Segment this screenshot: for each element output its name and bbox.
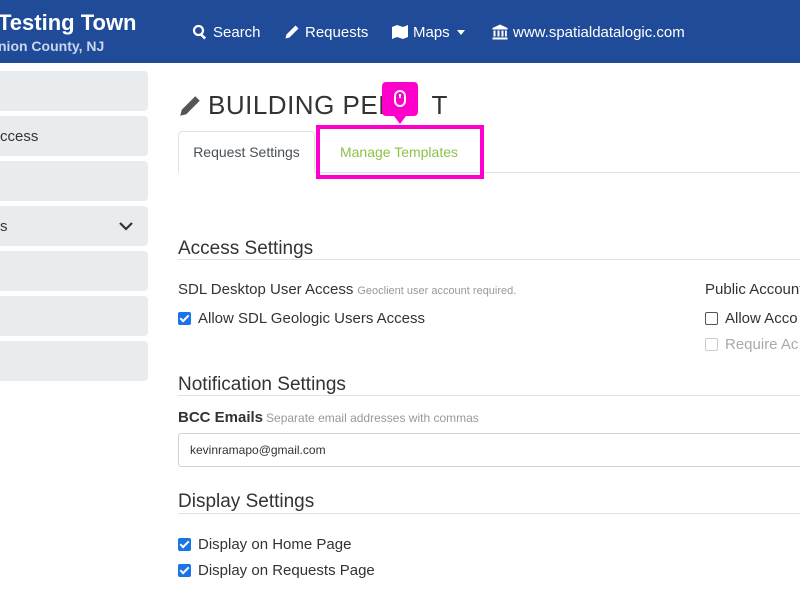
sidebar-item-expandable[interactable]: s — [0, 206, 148, 246]
allow-geologic-checkbox[interactable]: Allow SDL Geologic Users Access — [178, 310, 425, 327]
allow-account-checkbox[interactable]: Allow Acco — [705, 310, 798, 327]
sidebar-item-3[interactable] — [0, 161, 148, 201]
allow-geologic-label: Allow SDL Geologic Users Access — [198, 310, 426, 327]
display-requests-label: Display on Requests Page — [198, 562, 375, 579]
checkbox-unchecked[interactable] — [705, 312, 718, 325]
nav-maps-label: Maps — [413, 23, 450, 41]
nav-maps-dropdown[interactable]: Maps — [392, 22, 465, 42]
nav-requests[interactable]: Requests — [284, 22, 368, 42]
access-settings-heading: Access Settings — [178, 238, 314, 259]
search-icon — [192, 24, 207, 40]
nav-search[interactable]: Search — [192, 22, 261, 42]
chevron-down-icon — [119, 222, 133, 231]
display-settings-heading: Display Settings — [178, 491, 315, 512]
page-title-tail: T — [431, 90, 448, 120]
click-indicator — [382, 82, 418, 124]
pencil-icon — [180, 95, 200, 116]
caret-down-icon — [456, 29, 465, 35]
sidebar-item-6[interactable] — [0, 296, 148, 336]
sidebar-item-label: ccess — [0, 127, 39, 145]
checkbox-disabled — [705, 338, 718, 351]
sidebar-item-access[interactable]: ccess — [0, 116, 148, 156]
checkbox-checked[interactable] — [178, 564, 191, 577]
nav-search-label: Search — [213, 23, 261, 41]
nav-website-label: www.spatialdatalogic.com — [513, 23, 685, 41]
county-subtitle: nion County, NJ — [0, 38, 105, 54]
checkbox-checked[interactable] — [178, 312, 191, 325]
sidebar-item-1[interactable] — [0, 71, 148, 111]
page-title-text: BUILDING PER — [208, 90, 398, 120]
public-account-label: Public Account — [705, 281, 800, 298]
map-icon — [392, 25, 408, 39]
section-divider — [178, 259, 800, 260]
notification-settings-heading: Notification Settings — [178, 374, 346, 395]
nav-requests-label: Requests — [305, 23, 369, 41]
bcc-emails-label: BCC Emails Separate email addresses with … — [178, 409, 479, 426]
section-divider — [178, 395, 800, 396]
mouse-icon — [394, 90, 406, 107]
require-account-label: Require Ac — [725, 336, 799, 353]
desktop-access-text: SDL Desktop User Access — [178, 281, 354, 298]
town-title[interactable]: Testing Town — [0, 10, 137, 36]
section-divider — [178, 513, 800, 514]
bcc-emails-hint: Separate email addresses with commas — [266, 411, 479, 425]
allow-account-label: Allow Acco — [725, 310, 798, 327]
click-highlight-box — [316, 125, 484, 179]
bcc-emails-text: BCC Emails — [178, 409, 264, 426]
top-navbar: Testing Town nion County, NJ Search Requ… — [0, 0, 800, 63]
pencil-icon — [285, 25, 299, 39]
display-requests-checkbox[interactable]: Display on Requests Page — [178, 562, 375, 579]
sidebar-item-5[interactable] — [0, 251, 148, 291]
display-home-checkbox[interactable]: Display on Home Page — [178, 536, 351, 553]
nav-website-link[interactable]: www.spatialdatalogic.com — [492, 22, 685, 42]
sidebar-item-label: s — [0, 217, 8, 235]
desktop-access-hint: Geoclient user account required. — [357, 285, 517, 297]
tab-request-settings[interactable]: Request Settings — [178, 131, 315, 173]
display-home-label: Display on Home Page — [198, 536, 352, 553]
sidebar-item-7[interactable] — [0, 341, 148, 381]
desktop-access-label: SDL Desktop User Access Geoclient user ac… — [178, 281, 516, 298]
checkbox-checked[interactable] — [178, 538, 191, 551]
require-account-checkbox: Require Ac — [705, 336, 798, 353]
institution-icon — [492, 24, 508, 40]
bcc-emails-input[interactable] — [178, 433, 800, 467]
